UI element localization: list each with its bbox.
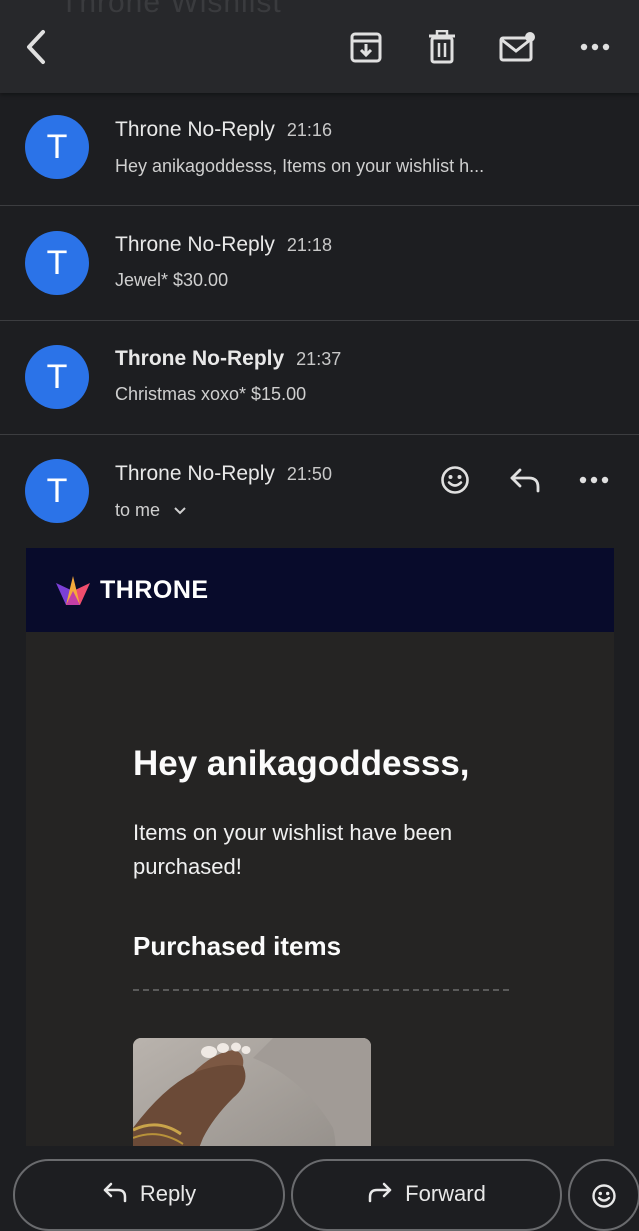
purchased-items-heading: Purchased items: [133, 931, 342, 961]
reply-label: Reply: [139, 1181, 197, 1206]
avatar: T: [25, 115, 89, 179]
more-horizontal-icon: [580, 43, 610, 51]
emoji-action-button[interactable]: [568, 1159, 639, 1231]
emoji-reaction-icon: [441, 466, 469, 494]
message-more-button[interactable]: [572, 458, 616, 502]
message-snippet: Hey anikagoddesss, Items on your wishlis…: [115, 156, 485, 176]
emoji-reaction-icon: [592, 1184, 616, 1208]
sender-label: Throne No-Reply: [115, 233, 275, 256]
archive-button[interactable]: [346, 25, 386, 69]
item-photo-graphic: [133, 1038, 371, 1146]
chevron-left-icon: [27, 30, 45, 64]
forward-action-button[interactable]: Forward: [291, 1159, 562, 1231]
archive-icon: [350, 32, 382, 63]
avatar: T: [25, 345, 89, 409]
sender-name: Throne No-Reply 21:16: [115, 118, 332, 142]
message-snippet: Jewel* $30.00: [115, 270, 229, 290]
forward-label: Forward: [405, 1181, 486, 1206]
delete-button[interactable]: [422, 25, 462, 69]
back-button[interactable]: [16, 25, 56, 69]
toolbar-ghost-text: Throne Wishlist: [60, 0, 282, 19]
top-toolbar: Throne Wishlist: [0, 0, 639, 93]
message-time: 21:18: [286, 235, 332, 255]
recipient-details-toggle[interactable]: to me: [115, 500, 186, 521]
reply-action-button[interactable]: Reply: [13, 1159, 285, 1231]
email-body: THRONE Hey anikagoddesss, Items on your …: [26, 548, 614, 1146]
thread-message-2[interactable]: T Throne No-Reply 21:18 Jewel* $30.00: [0, 206, 639, 321]
recipient-label: to me: [115, 500, 161, 520]
avatar: T: [25, 231, 89, 295]
sender-label: Throne No-Reply: [115, 347, 285, 370]
chevron-down-icon: [174, 506, 186, 514]
sender-name: Throne No-Reply 21:37: [115, 347, 341, 371]
email-greeting: Hey anikagoddesss,: [133, 744, 470, 783]
message-time: 21:37: [296, 349, 342, 369]
purchased-item-image: [133, 1038, 371, 1146]
message-snippet: Christmas xoxo* $15.00: [115, 384, 307, 404]
open-message-sender: Throne No-Reply 21:50: [115, 462, 332, 486]
email-header-banner: THRONE: [26, 548, 614, 632]
sender-label: Throne No-Reply: [115, 462, 275, 485]
sender-label: Throne No-Reply: [115, 118, 275, 141]
email-message: Items on your wishlist have been purchas…: [133, 820, 453, 879]
trash-icon: [429, 30, 455, 64]
more-button[interactable]: [575, 25, 615, 69]
emoji-reaction-button[interactable]: [433, 458, 477, 502]
message-time: 21:50: [286, 464, 332, 484]
mark-unread-icon: [499, 32, 535, 62]
open-message-avatar: T: [25, 459, 89, 523]
sender-name: Throne No-Reply 21:18: [115, 233, 332, 257]
message-time: 21:16: [286, 120, 332, 140]
thread-message-3[interactable]: T Throne No-Reply 21:37 Christmas xoxo* $…: [0, 320, 639, 435]
mark-unread-button[interactable]: [498, 25, 538, 69]
more-horizontal-icon: [579, 476, 609, 484]
brand-name: THRONE: [100, 576, 209, 604]
divider: [133, 989, 509, 991]
thread-message-1[interactable]: T Throne No-Reply 21:16 Hey anikagoddesss…: [0, 91, 639, 206]
throne-logo-icon: [56, 576, 90, 605]
reply-button[interactable]: [503, 458, 547, 502]
reply-icon: [510, 468, 540, 493]
